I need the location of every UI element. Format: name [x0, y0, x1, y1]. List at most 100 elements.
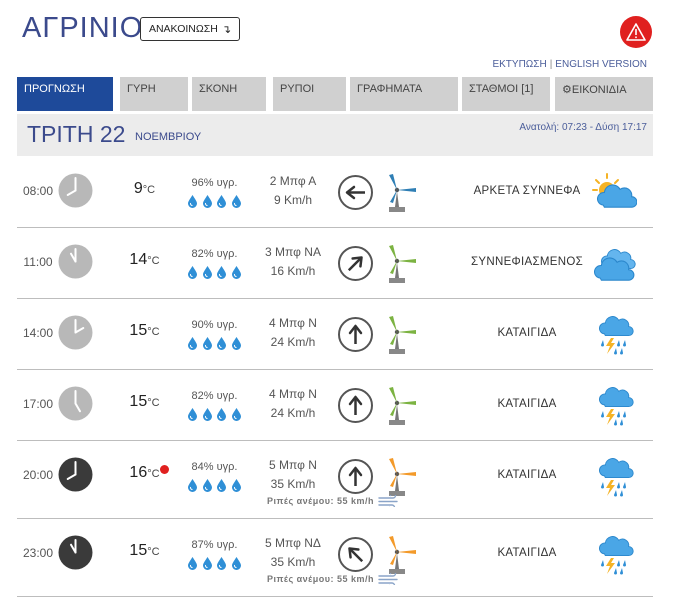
temperature: 9°C [122, 180, 167, 198]
wind-turbine-icon [385, 240, 427, 288]
thunderstorm-icon [592, 456, 637, 498]
announcement-button[interactable]: ΑΝΑΚΟΙΝΩΣΗ ↴ [140, 17, 240, 41]
temperature-value: 15 [129, 322, 148, 339]
wind-turbine-icon [385, 382, 427, 430]
raindrop-icon [217, 408, 227, 421]
temperature-value: 15 [129, 393, 148, 410]
wind-direction-icon [337, 316, 374, 353]
weather-condition: ΣΥΝΝΕΦΙΑΣΜΕΝΟΣ [470, 256, 584, 268]
english-version-link[interactable]: ENGLISH VERSION [555, 59, 647, 70]
humidity-drops [187, 407, 242, 421]
wind-beaufort: 2 Μπφ Α [269, 174, 317, 188]
row-time: 20:00 [22, 468, 54, 482]
raindrop-icon [231, 266, 241, 279]
humidity-drops [187, 556, 242, 570]
wind-turbine-icon [385, 169, 427, 217]
humidity: 96% υγρ. [191, 177, 238, 189]
wind-speed: 35 Km/h [270, 555, 316, 569]
tab-stations[interactable]: ΣΤΑΘΜΟΙ [1] [462, 77, 550, 111]
humidity: 84% υγρ. [191, 461, 238, 473]
clock-icon [57, 243, 94, 280]
tab-pollutants[interactable]: ΡΥΠΟΙ [273, 77, 346, 111]
wind-gust: Ριπές ανέμου: 55 km/h [267, 495, 400, 507]
weather-condition: ΚΑΤΑΙΓΙΔΑ [497, 469, 557, 481]
temperature-unit: °C [147, 397, 160, 409]
alert-dot-icon[interactable] [160, 465, 169, 474]
print-link[interactable]: ΕΚΤΥΠΩΣΗ [492, 59, 546, 70]
temperature-unit: °C [142, 184, 156, 196]
row-time: 14:00 [22, 326, 54, 340]
top-links: ΕΚΤΥΠΩΣΗ | ENGLISH VERSION [492, 59, 647, 70]
gust-wind-icon [378, 495, 398, 507]
wind-direction-icon [337, 245, 374, 282]
gust-wind-icon [378, 573, 398, 585]
raindrop-icon [188, 337, 197, 350]
wind-turbine-icon [385, 311, 427, 359]
raindrop-icon [188, 479, 197, 492]
raindrop-icon [231, 195, 241, 208]
wind-direction-icon [337, 458, 374, 495]
raindrop-icon [231, 408, 241, 421]
humidity-drops [187, 194, 242, 208]
wind-turbine-icon [385, 453, 427, 501]
city-title: ΑΓΡΙΝΙΟ [22, 12, 144, 44]
partly-cloudy-icon [592, 172, 638, 214]
tab-forecast[interactable]: ΠΡΟΓΝΩΣΗ [17, 77, 113, 111]
row-time: 23:00 [22, 546, 54, 560]
day-name: ΤΡΙΤΗ 22 [27, 121, 126, 147]
weather-condition: ΑΡΚΕΤΑ ΣΥΝΝΕΦΑ [473, 185, 581, 197]
raindrop-icon [231, 479, 241, 492]
wind-direction-icon [337, 387, 374, 424]
raindrop-icon [217, 479, 227, 492]
humidity: 90% υγρ. [191, 319, 238, 331]
wind-speed: 9 Km/h [273, 193, 312, 207]
wind-speed: 24 Km/h [270, 335, 316, 349]
temperature: 15°C [122, 542, 167, 560]
warning-icon[interactable] [620, 16, 652, 48]
tab-graphs[interactable]: ΓΡΑΦΗΜΑΤΑ [350, 77, 458, 111]
temperature: 15°C [122, 393, 167, 411]
row-time: 11:00 [23, 255, 53, 269]
tab-pollen[interactable]: ΓΥΡΗ [120, 77, 188, 111]
raindrop-icon [231, 557, 241, 570]
row-time: 17:00 [22, 397, 54, 411]
temperature-value: 9 [133, 180, 143, 197]
thunderstorm-icon [592, 534, 637, 576]
temperature-value: 16 [129, 464, 148, 481]
raindrop-icon [217, 195, 227, 208]
humidity: 82% υγρ. [191, 248, 238, 260]
temperature-unit: °C [147, 326, 160, 338]
forecast-row: 20:00 16°C 84% υγρ. 5 Μπφ Ν 35 Km/h ΚΑΤΑ… [17, 441, 653, 519]
raindrop-icon [217, 266, 227, 279]
clock-icon [57, 172, 94, 209]
raindrop-icon [188, 408, 197, 421]
tab-dust[interactable]: ΣΚΟΝΗ [192, 77, 266, 111]
raindrop-icon [217, 557, 227, 570]
raindrop-icon [202, 557, 212, 570]
thunderstorm-icon [592, 385, 637, 427]
tab-icons[interactable]: ⚙ΕΙΚΟΝΙΔΙΑ [555, 77, 653, 111]
wind-gust-text: Ριπές ανέμου: 55 km/h [267, 496, 374, 506]
raindrop-icon [217, 337, 227, 350]
tab-bar: ΠΡΟΓΝΩΣΗ ΓΥΡΗ ΣΚΟΝΗ ΡΥΠΟΙ ΓΡΑΦΗΜΑΤΑ ΣΤΑΘ… [17, 77, 653, 111]
wind-direction-icon [337, 536, 374, 573]
wind-gust: Ριπές ανέμου: 55 km/h [267, 573, 400, 585]
raindrop-icon [231, 337, 241, 350]
cloudy-icon [592, 243, 637, 285]
raindrop-icon [202, 337, 212, 350]
wind-beaufort: 4 Μπφ Ν [269, 316, 317, 330]
row-time: 08:00 [22, 184, 54, 198]
temperature: 15°C [122, 322, 167, 340]
temperature-unit: °C [147, 255, 160, 267]
raindrop-icon [188, 266, 197, 279]
humidity: 82% υγρ. [191, 390, 238, 402]
temperature-value: 14 [129, 251, 148, 268]
link-separator: | [549, 59, 553, 70]
arrow-down-icon: ↴ [221, 23, 232, 36]
temperature-unit: °C [147, 546, 160, 558]
announcement-label: ΑΝΑΚΟΙΝΩΣΗ [148, 23, 218, 35]
wind-beaufort: 5 Μπφ ΝΔ [265, 536, 321, 550]
clock-icon [57, 314, 94, 351]
wind-beaufort: 5 Μπφ Ν [269, 458, 317, 472]
wind-beaufort: 4 Μπφ Ν [269, 387, 317, 401]
